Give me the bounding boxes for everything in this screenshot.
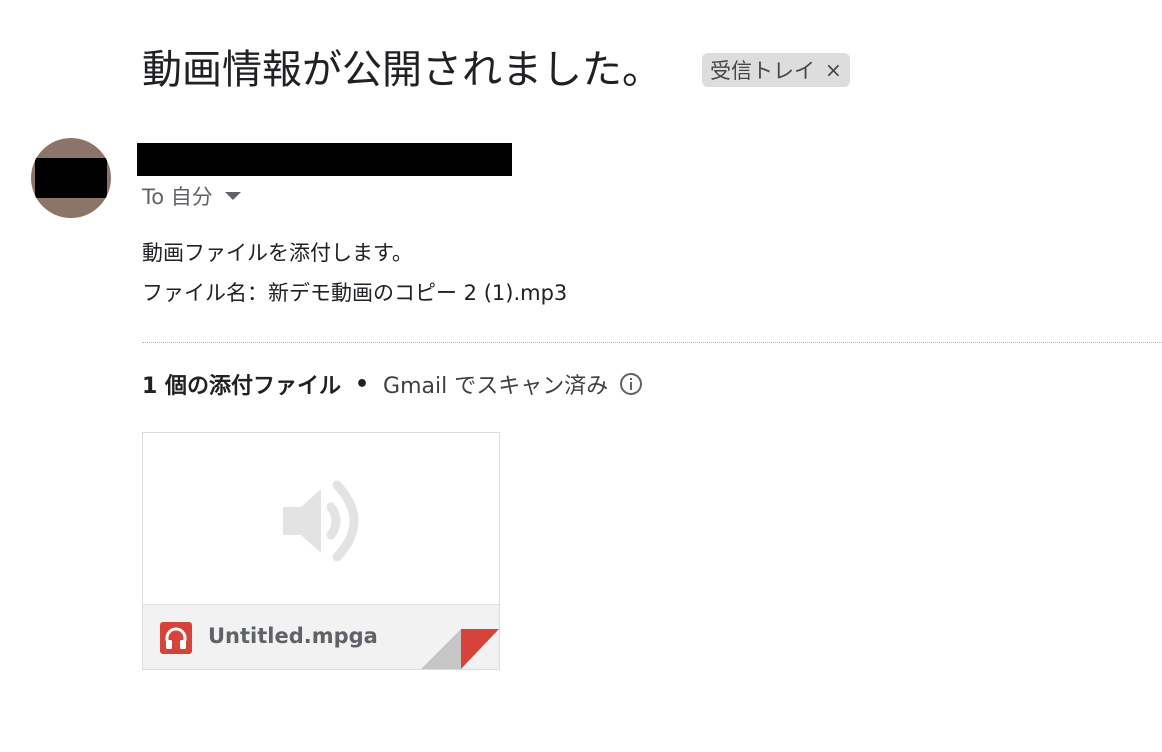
- headphones-icon: [160, 622, 192, 654]
- attachment-footer[interactable]: Untitled.mpga: [143, 604, 499, 669]
- info-icon[interactable]: [620, 373, 643, 395]
- remove-label-icon[interactable]: ×: [825, 58, 842, 82]
- body-line: 動画ファイルを添付します。: [142, 241, 413, 265]
- virus-scan-label: Gmail でスキャン済み: [383, 374, 609, 399]
- separator-dot: •: [354, 371, 370, 397]
- avatar-redaction: [35, 158, 107, 198]
- attachment-preview[interactable]: [143, 433, 499, 605]
- corner-fold-icon: [421, 629, 499, 669]
- subject-row: 動画情報が公開されました。 受信トレイ ×: [142, 40, 850, 100]
- inbox-label-text: 受信トレイ: [710, 59, 815, 83]
- attachment-count: 1 個の添付ファイル: [142, 374, 341, 399]
- attachment-card[interactable]: Untitled.mpga: [142, 432, 500, 670]
- attachments-divider: [142, 342, 1162, 343]
- inbox-label-chip[interactable]: 受信トレイ ×: [702, 53, 850, 87]
- sender-avatar[interactable]: [31, 138, 111, 218]
- recipient-details-toggle[interactable]: To 自分: [142, 181, 241, 211]
- speaker-icon: [283, 480, 359, 562]
- email-subject: 動画情報が公開されました。: [142, 47, 662, 93]
- sender-name-redaction: [137, 143, 512, 176]
- caret-down-icon[interactable]: [224, 192, 241, 200]
- attachments-header: 1 個の添付ファイル • Gmail でスキャン済み: [142, 368, 643, 400]
- recipient-text: To 自分: [142, 185, 213, 209]
- body-line: ファイル名：新デモ動画のコピー 2 (1).mp3: [142, 281, 568, 305]
- attachment-file-name: Untitled.mpga: [208, 624, 378, 648]
- email-body: 動画ファイルを添付します。 ファイル名：新デモ動画のコピー 2 (1).mp3: [142, 233, 567, 313]
